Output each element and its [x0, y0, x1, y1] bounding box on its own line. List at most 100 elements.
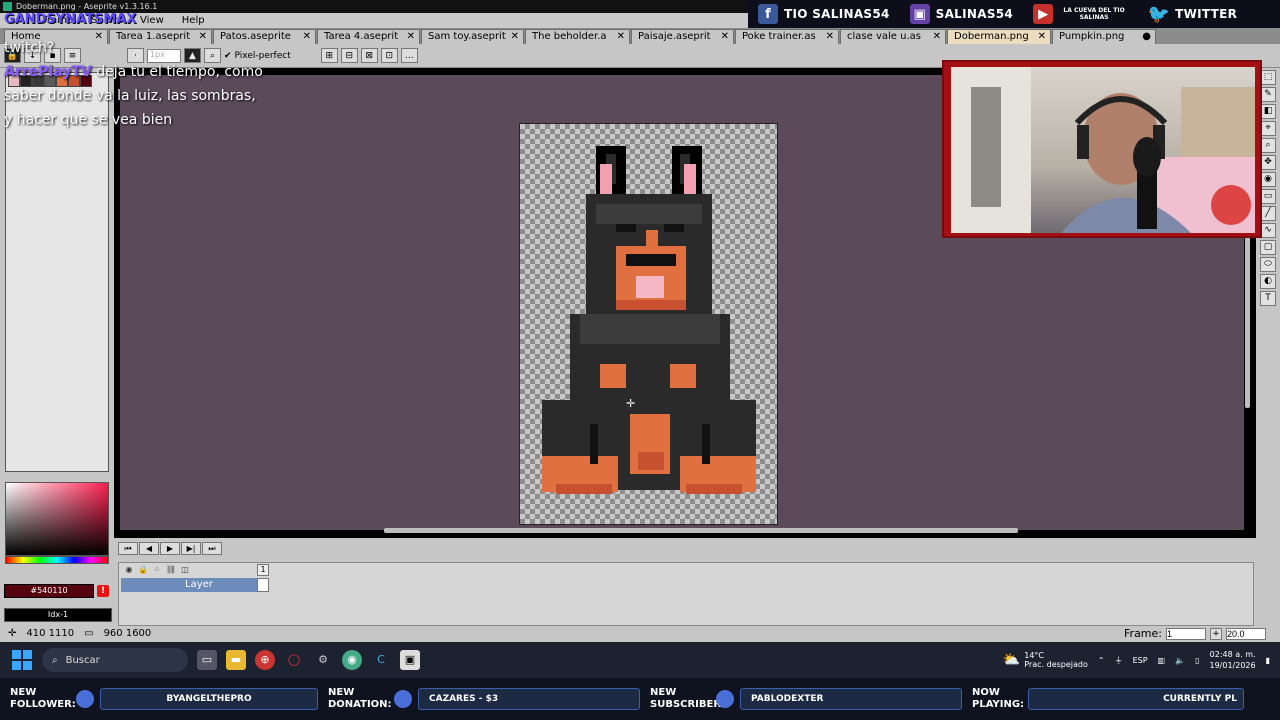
- symmetry-reset-icon[interactable]: ⊡: [380, 48, 398, 63]
- webcam-frame: [942, 60, 1262, 238]
- chat-username: ArrePlayTV: [4, 64, 92, 80]
- tab-document[interactable]: Sam toy.aseprit ✕: [421, 29, 524, 44]
- weather-widget[interactable]: ⛅ 14°C Prac. despejado: [1003, 651, 1088, 669]
- zoom-tool-icon[interactable]: ⌕: [1260, 138, 1276, 153]
- zoom-input[interactable]: [1226, 628, 1266, 640]
- cursor-position: 410 1110: [26, 628, 75, 639]
- app-icon[interactable]: ⚙: [313, 650, 333, 670]
- marquee-tool-icon[interactable]: ⬚: [1260, 70, 1276, 85]
- menu-help[interactable]: Help: [180, 15, 207, 26]
- volume-icon[interactable]: 🔈: [1175, 656, 1185, 665]
- next-frame-icon[interactable]: ▶|: [181, 542, 201, 555]
- link-icon[interactable]: ⛓: [165, 565, 177, 575]
- opera-icon[interactable]: ◯: [284, 650, 304, 670]
- clock[interactable]: 02:48 a. m. 19/01/2026: [1209, 649, 1255, 671]
- visibility-icon[interactable]: ◉: [123, 565, 135, 575]
- continuous-icon[interactable]: ⁘: [151, 565, 163, 575]
- chrome-icon[interactable]: ◉: [342, 650, 362, 670]
- gradient-tool-icon[interactable]: ▭: [1260, 189, 1276, 204]
- add-frame-icon[interactable]: +: [1210, 628, 1222, 640]
- background-color[interactable]: Idx-1: [4, 608, 112, 622]
- window-title: Doberman.png - Aseprite v1.3.16.1: [16, 2, 158, 11]
- file-explorer-icon[interactable]: ▬: [226, 650, 246, 670]
- weather-icon: ⛅: [1002, 652, 1021, 668]
- chat-line: twitch?: [4, 40, 55, 56]
- task-view-icon[interactable]: ▭: [197, 650, 217, 670]
- notification-icon[interactable]: ▮: [1266, 656, 1270, 665]
- text-tool-icon[interactable]: T: [1260, 291, 1276, 306]
- social-twitch: ▣ SALINAS54: [900, 0, 1023, 28]
- warning-icon[interactable]: !: [97, 585, 109, 597]
- left-panel: #540110 ! Idx-1: [0, 68, 114, 626]
- contour-tool-icon[interactable]: ⬭: [1260, 257, 1276, 272]
- close-icon[interactable]: ✕: [407, 30, 415, 44]
- menu-view[interactable]: View: [138, 15, 166, 26]
- facebook-icon: f: [758, 4, 778, 24]
- frame-control: Frame: +: [1124, 626, 1266, 642]
- tab-label: Sam toy.aseprit: [428, 31, 506, 42]
- close-icon[interactable]: ✕: [1038, 30, 1046, 44]
- eraser-tool-icon[interactable]: ◧: [1260, 104, 1276, 119]
- fill-tool-icon[interactable]: ◉: [1260, 172, 1276, 187]
- tab-pumpkin[interactable]: Pumpkin.png ●: [1052, 29, 1156, 44]
- curve-tool-icon[interactable]: ∿: [1260, 223, 1276, 238]
- tab-label: Pumpkin.png: [1059, 31, 1125, 42]
- donation-value: CAZARES - $3: [418, 688, 640, 710]
- network-icon[interactable]: ▥: [1158, 656, 1166, 665]
- chevron-up-icon[interactable]: ⌃: [1098, 656, 1105, 665]
- usb-icon[interactable]: ⏚: [1115, 655, 1123, 666]
- sprite-canvas[interactable]: [519, 123, 778, 525]
- hue-slider[interactable]: [5, 556, 109, 564]
- play-icon[interactable]: ▶: [160, 542, 180, 555]
- more-icon[interactable]: …: [400, 48, 418, 63]
- app-icon[interactable]: C: [371, 650, 391, 670]
- tab-document[interactable]: Paisaje.aseprit ✕: [631, 29, 734, 44]
- tab-document[interactable]: clase vale u.as ✕: [840, 29, 946, 44]
- layer-name: Layer: [185, 579, 213, 590]
- app-icon[interactable]: ⊕: [255, 650, 275, 670]
- palette-panel[interactable]: [5, 72, 109, 472]
- follower-label: NEW FOLLOWER:: [10, 687, 76, 710]
- rectangle-tool-icon[interactable]: ▢: [1260, 240, 1276, 255]
- symmetry-icon[interactable]: ⊞: [320, 48, 338, 63]
- social-twitter: 🐦 TWITTER: [1139, 0, 1247, 28]
- pencil-tool-icon[interactable]: ✎: [1260, 87, 1276, 102]
- close-icon[interactable]: ✕: [933, 30, 941, 44]
- blur-tool-icon[interactable]: ◐: [1260, 274, 1276, 289]
- layer-row[interactable]: Layer: [121, 578, 267, 592]
- language-indicator[interactable]: ESP: [1133, 656, 1148, 665]
- symmetry-h-icon[interactable]: ⊟: [340, 48, 358, 63]
- first-frame-icon[interactable]: ⏮: [118, 542, 138, 555]
- modified-dot-icon[interactable]: ●: [1142, 30, 1151, 44]
- line-tool-icon[interactable]: ╱: [1260, 206, 1276, 221]
- windows-start-icon[interactable]: [12, 650, 32, 670]
- close-icon[interactable]: ✕: [617, 30, 625, 44]
- tab-label: Paisaje.aseprit: [638, 31, 711, 42]
- tab-doberman[interactable]: Doberman.png ✕: [947, 29, 1051, 44]
- frame-options-icon[interactable]: ◫: [179, 565, 191, 575]
- move-tool-icon[interactable]: ✥: [1260, 155, 1276, 170]
- layers-area[interactable]: ◉ 🔒 ⁘ ⛓ ◫ 1 Layer: [118, 562, 1254, 626]
- close-icon[interactable]: ✕: [303, 30, 311, 44]
- color-picker-field[interactable]: [5, 482, 109, 556]
- tab-document[interactable]: The beholder.a ✕: [525, 29, 630, 44]
- close-icon[interactable]: ✕: [721, 30, 729, 44]
- close-icon[interactable]: ✕: [511, 30, 519, 44]
- taskbar-search[interactable]: ⌕ Buscar: [42, 648, 188, 672]
- horizontal-scrollbar[interactable]: [384, 528, 1018, 533]
- close-icon[interactable]: ✕: [826, 30, 834, 44]
- layer-cel[interactable]: [257, 578, 269, 592]
- foreground-color[interactable]: #540110: [4, 584, 94, 598]
- symmetry-v-icon[interactable]: ⊠: [360, 48, 378, 63]
- tab-document[interactable]: Poke trainer.as ✕: [735, 29, 839, 44]
- last-frame-icon[interactable]: ⏭: [202, 542, 222, 555]
- frame-header[interactable]: 1: [257, 564, 269, 576]
- twitter-icon: 🐦: [1147, 3, 1171, 25]
- aseprite-icon[interactable]: ▣: [400, 650, 420, 670]
- eyedropper-tool-icon[interactable]: ⌖: [1260, 121, 1276, 136]
- prev-frame-icon[interactable]: ◀: [139, 542, 159, 555]
- tab-document[interactable]: Tarea 4.aseprit ✕: [317, 29, 420, 44]
- battery-icon[interactable]: ▯: [1195, 656, 1199, 665]
- frame-input[interactable]: [1166, 628, 1206, 640]
- lock-icon[interactable]: 🔒: [137, 565, 149, 575]
